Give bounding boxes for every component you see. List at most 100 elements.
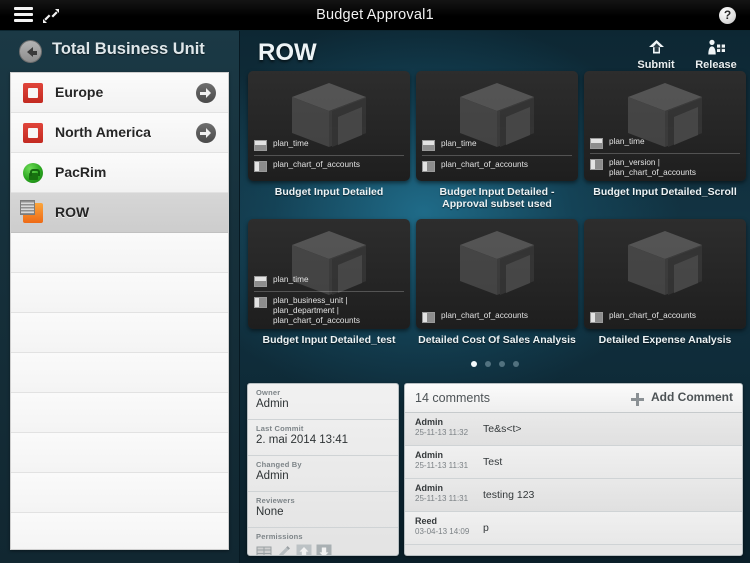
detail-value: Admin [256,398,289,410]
comment-row[interactable]: Admin 25-11-13 11:31 testing 123 [405,479,742,512]
card[interactable]: plan_time plan_version | plan_chart_of_ac… [584,71,746,198]
sidebar-title: Total Business Unit [52,40,205,58]
permissions-label: Permissions [256,532,303,541]
card[interactable]: plan_time plan_chart_of_accounts Budget In… [248,71,410,198]
orange-grid-icon [20,200,43,223]
sidebar-item-row[interactable]: ROW [11,193,228,233]
card[interactable]: plan_chart_of_accounts Detailed Cost Of S… [416,219,578,346]
card-thumbnail[interactable]: plan_chart_of_accounts [416,219,578,329]
sidebar-item-europe[interactable]: Europe [11,73,228,113]
detail-value: None [256,506,284,518]
comments-list: Admin 25-11-13 11:32 Te&s<t> Admin 25-11-13 … [405,413,742,545]
release-down-arrow-icon [316,544,332,555]
comment-text: testing 123 [483,489,535,501]
card-caption: Budget Input Detailed - Approval subset … [439,186,555,210]
release-person-icon [690,37,742,58]
card-thumbnail[interactable]: plan_time plan_chart_of_accounts [248,71,410,181]
grid-icon [256,544,272,555]
badge-label: plan_time [441,139,477,148]
submit-button[interactable]: Submit [630,37,682,71]
comment-text: p [483,522,489,534]
comment-row[interactable]: Admin 25-11-13 11:31 Test [405,446,742,479]
sidebar-item-pacrim[interactable]: PacRim [11,153,228,193]
drill-down-arrow-icon[interactable] [196,123,216,143]
comment-user: Reed [415,516,438,526]
page-dots[interactable] [240,361,750,367]
dimension-icon [254,276,267,287]
sidebar-item-label: Europe [55,84,104,100]
comment-row[interactable]: Admin 25-11-13 11:32 Te&s<t> [405,413,742,446]
dimension-icon [254,297,267,308]
detail-key: Last Commit [256,424,304,433]
comment-text: Te&s<t> [483,423,522,435]
card-thumbnail[interactable]: plan_time plan_version | plan_chart_of_ac… [584,71,746,181]
window-title: Budget Approval1 [316,7,434,23]
detail-key: Reviewers [256,496,295,505]
page-dot[interactable] [471,361,477,367]
card-badge: plan_version | plan_chart_of_accounts [590,158,696,178]
submit-label: Submit [637,59,675,71]
sidebar-header: Total Business Unit [0,31,239,72]
detail-value: Admin [256,470,289,482]
comments-panel: 14 comments Add Comment Admin 25-11-13 11… [404,383,743,556]
dimension-icon [590,159,603,170]
dimension-icon [590,138,603,149]
page-dot[interactable] [499,361,505,367]
business-unit-list[interactable]: Europe North America PacRim ROW [10,72,229,550]
app-root: Budget Approval1 ? Total Business Unit E… [0,0,750,563]
card-badge: plan_chart_of_accounts [590,311,696,323]
card[interactable]: plan_chart_of_accounts Detailed Expense A… [584,219,746,346]
permissions-row: Permissions [248,528,398,555]
comment-user: Admin [415,417,443,427]
badge-label: plan_chart_of_accounts [441,311,528,320]
add-comment-button[interactable]: Add Comment [651,390,733,404]
page-title: ROW [258,39,317,66]
page-dot[interactable] [485,361,491,367]
card-badge: plan_time [254,275,309,287]
sidebar: Total Business Unit Europe North America P… [0,31,240,563]
badge-divider [254,155,404,156]
card-thumbnail[interactable]: plan_chart_of_accounts [584,219,746,329]
back-arrow-icon[interactable] [19,40,42,63]
card-badge: plan_chart_of_accounts [422,311,528,323]
detail-row: Owner Admin [248,384,398,420]
card[interactable]: plan_time plan_chart_of_accounts Budget In… [416,71,578,210]
card-caption: Detailed Cost Of Sales Analysis [418,334,576,346]
submit-up-arrow-icon [296,544,312,555]
release-button[interactable]: Release [690,37,742,71]
card-badge: plan_time [590,137,645,149]
comment-date: 25-11-13 11:32 [415,428,469,437]
badge-label: plan_time [273,275,309,284]
page-dot[interactable] [513,361,519,367]
red-square-icon [23,83,43,103]
badge-label: plan_chart_of_accounts [441,160,528,169]
badge-divider [590,153,740,154]
badge-label: plan_chart_of_accounts [609,311,696,320]
dimension-icon [422,140,435,151]
cube-icon [628,231,702,295]
help-icon[interactable]: ? [719,7,736,24]
card[interactable]: plan_time plan_business_unit | plan_depar… [248,219,410,346]
dimension-icon [422,312,435,323]
plus-icon[interactable] [631,393,644,406]
card-thumbnail[interactable]: plan_time plan_business_unit | plan_depar… [248,219,410,329]
drill-down-arrow-icon[interactable] [196,83,216,103]
comments-header: 14 comments Add Comment [405,384,742,413]
red-square-icon [23,123,43,143]
comment-user: Admin [415,450,443,460]
card-thumbnail[interactable]: plan_time plan_chart_of_accounts [416,71,578,181]
card-caption: Budget Input Detailed_Scroll [593,186,737,198]
submit-up-arrow-icon [630,37,682,58]
dimension-icon [590,312,603,323]
card-caption: Budget Input Detailed_test [262,334,396,346]
detail-key: Owner [256,388,281,397]
card-badge: plan_business_unit | plan_department | p… [254,296,360,326]
sidebar-empty-row [11,233,228,273]
card-badge: plan_time [422,139,477,151]
main-content: ROW Submit Release plan_time plan_chart_… [240,31,750,563]
card-badge: plan_time [254,139,309,151]
dimension-icon [254,161,267,172]
sidebar-item-north-america[interactable]: North America [11,113,228,153]
pencil-icon [276,544,292,555]
comment-row[interactable]: Reed 03-04-13 14:09 p [405,512,742,545]
